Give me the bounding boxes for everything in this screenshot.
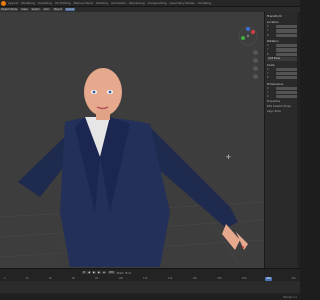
current-frame-field[interactable]: 250 (108, 270, 115, 275)
sidebar-tabs[interactable] (297, 12, 300, 268)
jump-start-icon[interactable]: ⏮ (82, 270, 86, 275)
location-x-field[interactable] (276, 25, 298, 29)
scale-y-row: Y (267, 71, 298, 76)
workspace-tab[interactable]: Scripting (198, 1, 211, 5)
select-menu[interactable]: Select (30, 8, 41, 11)
scale-x-field[interactable] (276, 67, 298, 71)
scale-label: Scale (267, 62, 275, 67)
location-z-row: Z (267, 33, 298, 37)
blender-logo-icon[interactable] (1, 0, 6, 6)
timeline-editor: ⏮ ◀ ▶ ▶ ⏭ 250 Start End 0 20 40 60 80 10… (0, 268, 300, 295)
view-menu[interactable]: View (20, 8, 29, 11)
scale-x-row: X (267, 67, 298, 72)
location-x-row: X (267, 25, 298, 29)
workspace-tab[interactable]: Texture Paint (74, 1, 93, 5)
timeline-track-area[interactable] (0, 281, 300, 293)
jump-end-icon[interactable]: ⏭ (102, 270, 106, 275)
workspace-tab[interactable]: Compositing (148, 1, 167, 5)
scale-z-row: Z (267, 76, 298, 80)
workspace-tab[interactable]: Modeling (21, 1, 35, 5)
dimensions-z-row: Z (267, 95, 298, 99)
n-panel-sidebar: Transform Location X Y Z Rotation X Y Z … (264, 12, 300, 268)
add-menu[interactable]: Add (42, 8, 51, 11)
prev-keyframe-icon[interactable]: ◀ (87, 270, 91, 275)
workspace-tab[interactable]: UV Editing (55, 1, 71, 5)
viewport-scene (0, 68, 264, 268)
workspace-tab[interactable]: Layout (8, 1, 18, 5)
object-menu[interactable]: Object (52, 8, 63, 11)
rotation-x-field[interactable] (276, 44, 298, 48)
viewport-controls (253, 50, 258, 79)
end-label: End (125, 270, 131, 275)
workspace-tab[interactable]: Geometry Nodes (170, 1, 195, 5)
transform-orientation[interactable]: Global (64, 8, 76, 11)
camera-icon[interactable] (253, 66, 258, 71)
rotation-x-row: X (267, 44, 298, 48)
workspace-tab[interactable]: Sculpting (38, 1, 52, 5)
mode-select[interactable]: Object Mode (0, 8, 19, 11)
dimensions-x-field[interactable] (276, 86, 298, 90)
grid-view-icon[interactable] (253, 74, 258, 79)
rotation-mode-select[interactable]: XYZ Euler (267, 56, 298, 61)
location-label: Location (267, 20, 279, 24)
workspace-tab[interactable]: Rendering (129, 1, 144, 5)
navigation-gizmo[interactable] (238, 26, 258, 46)
rotation-z-row: Z (267, 52, 298, 56)
location-y-row: Y (267, 29, 298, 33)
rotation-label: Rotation (267, 38, 279, 43)
panel-title[interactable]: Transform (267, 14, 298, 18)
zoom-icon[interactable] (253, 50, 258, 55)
align-tools-panel-toggle[interactable]: Align Tools (267, 110, 298, 113)
top-menu-bar: Layout Modeling Sculpting UV Editing Tex… (0, 0, 300, 7)
location-z-field[interactable] (276, 33, 298, 37)
next-keyframe-icon[interactable]: ▶ (97, 270, 101, 275)
custom-props-panel-toggle[interactable]: Edit Custom Props (267, 105, 298, 108)
properties-panel-toggle[interactable]: Properties (267, 100, 298, 103)
character-model[interactable] (18, 68, 248, 267)
location-y-field[interactable] (276, 29, 298, 33)
workspace-tab[interactable]: Shading (96, 1, 108, 5)
dimensions-z-field[interactable] (276, 95, 298, 99)
dimensions-y-field[interactable] (276, 90, 298, 95)
rotation-y-field[interactable] (276, 48, 298, 52)
timeline-header: ⏮ ◀ ▶ ▶ ⏭ 250 Start End (0, 270, 302, 275)
scale-y-field[interactable] (276, 71, 298, 76)
workspace-tab[interactable]: Animation (111, 1, 126, 5)
workspace-tabs: Layout Modeling Sculpting UV Editing Tex… (8, 1, 211, 5)
dimensions-x-row: X (267, 86, 298, 91)
mouse-cursor-icon: ✛ (226, 154, 232, 161)
dimensions-y-row: Y (267, 90, 298, 95)
3d-viewport[interactable]: ✛ (0, 12, 264, 268)
start-label: Start (116, 270, 124, 275)
rotation-z-field[interactable] (276, 52, 298, 56)
rotation-y-row: Y (267, 48, 298, 52)
dimensions-label: Dimensions (267, 81, 284, 86)
status-bar: Blender 3.x (0, 294, 300, 300)
version-text: Blender 3.x (283, 295, 297, 299)
play-icon[interactable]: ▶ (92, 270, 96, 275)
pan-hand-icon[interactable] (253, 58, 258, 63)
scale-z-field[interactable] (276, 76, 298, 80)
playback-controls: ⏮ ◀ ▶ ▶ ⏭ (82, 270, 106, 275)
